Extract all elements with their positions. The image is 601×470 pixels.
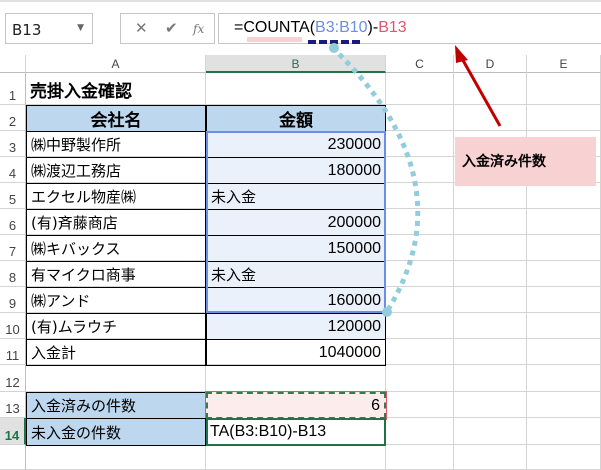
annotation-overlay: [329, 43, 502, 317]
connector-dot: [382, 307, 392, 317]
connector-dot: [329, 43, 339, 53]
arrow-head-icon: [455, 45, 468, 63]
arrow-line: [458, 54, 502, 127]
dotted-connector: [330, 45, 421, 315]
